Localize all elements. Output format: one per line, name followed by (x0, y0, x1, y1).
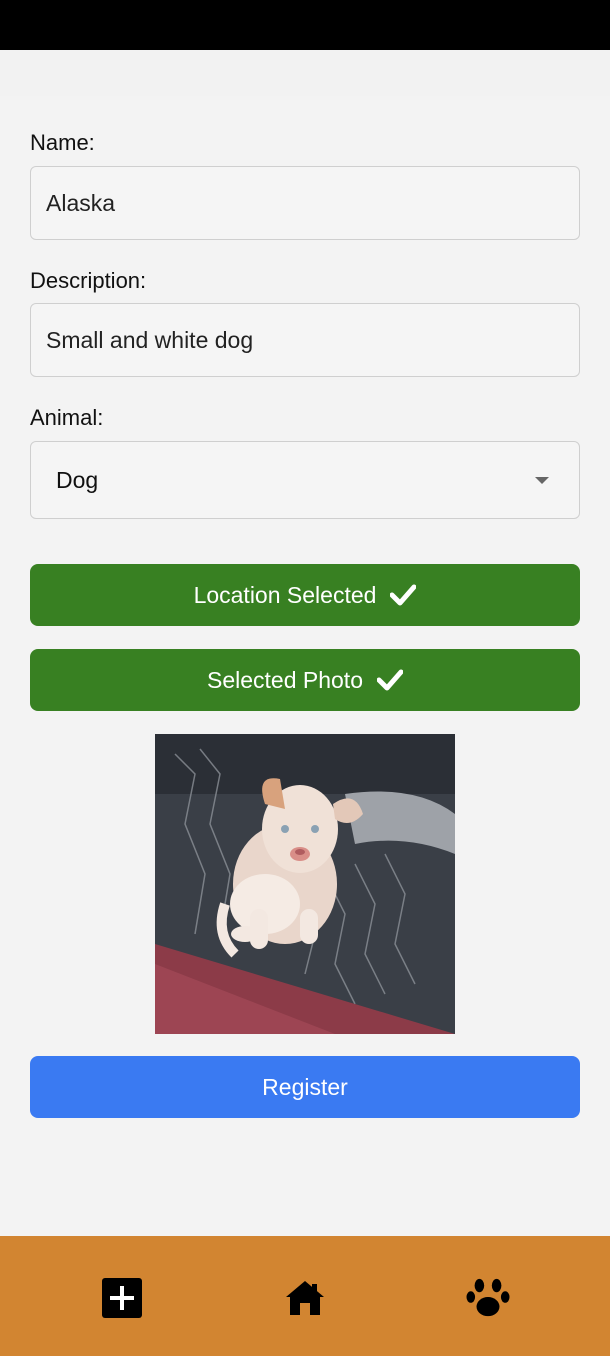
name-label: Name: (30, 130, 95, 155)
description-label: Description: (30, 268, 147, 293)
description-field[interactable]: Small and white dog (30, 303, 580, 377)
description-value: Small and white dog (46, 326, 254, 353)
photo-button-label: Selected Photo (206, 666, 363, 693)
nav-pets-button[interactable] (466, 1276, 510, 1320)
location-button[interactable]: Location Selected (30, 564, 580, 626)
name-value: Alaska (46, 189, 116, 216)
bottom-nav (0, 1236, 610, 1356)
check-icon (377, 669, 403, 691)
header-strip (0, 50, 610, 96)
location-button-label: Location Selected (193, 581, 377, 608)
home-icon (286, 1281, 324, 1315)
nav-add-button[interactable] (100, 1276, 144, 1320)
status-bar (0, 0, 610, 50)
animal-select[interactable]: Dog (30, 441, 580, 519)
register-button[interactable]: Register (30, 1056, 580, 1118)
animal-select-value: Dog (56, 466, 99, 493)
selected-photo (155, 734, 455, 1034)
photo-button[interactable]: Selected Photo (30, 649, 580, 711)
name-field[interactable]: Alaska (30, 166, 580, 240)
paw-icon (466, 1278, 510, 1317)
nav-home-button[interactable] (283, 1276, 327, 1320)
animal-label: Animal: (30, 405, 104, 430)
add-square-icon (102, 1278, 142, 1318)
chevron-down-icon (535, 476, 549, 484)
check-icon (390, 584, 417, 606)
